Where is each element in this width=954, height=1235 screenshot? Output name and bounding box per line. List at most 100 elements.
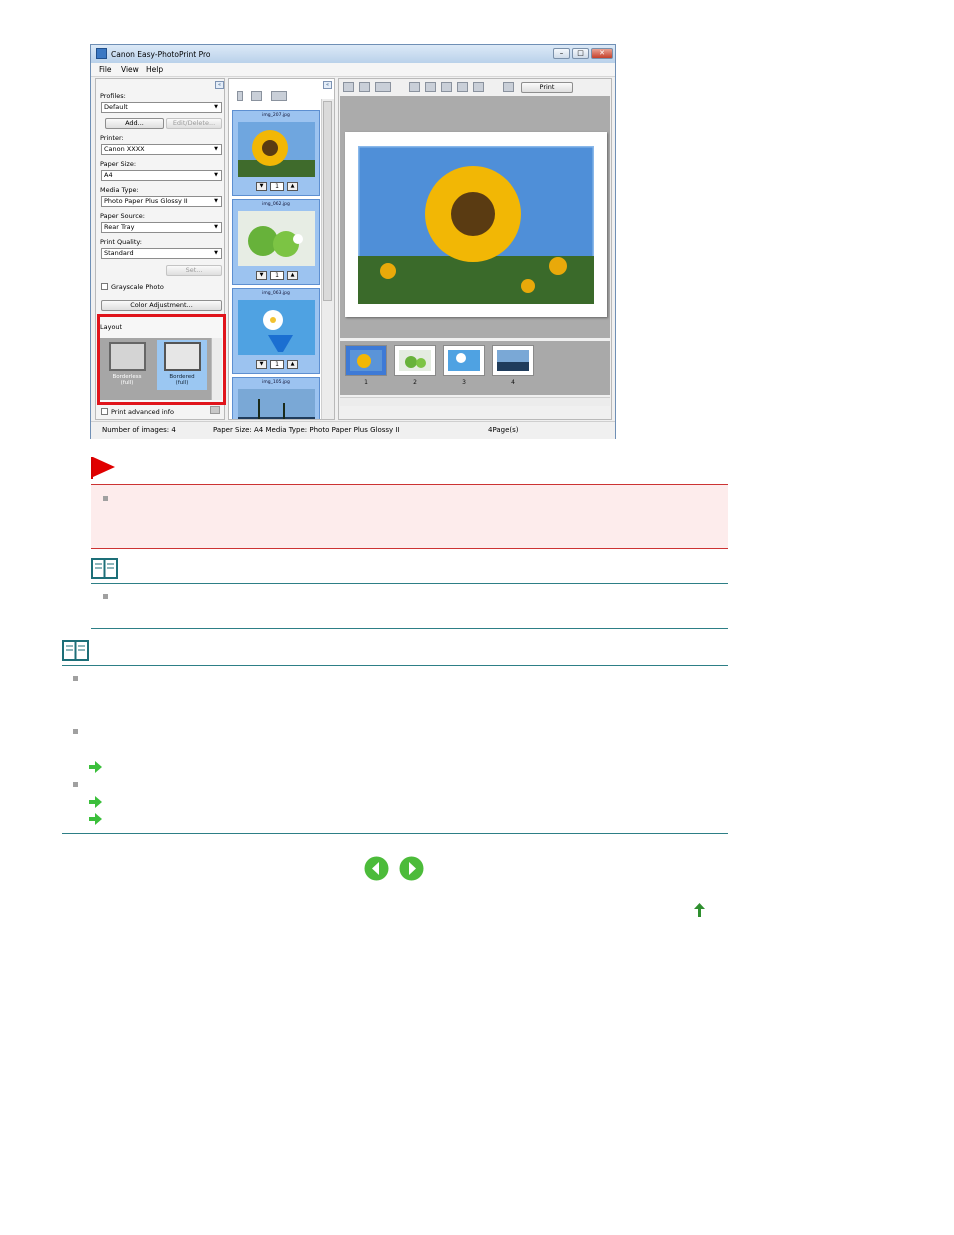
window-title: Canon Easy-PhotoPrint Pro — [111, 50, 211, 59]
page-thumb-2[interactable] — [394, 345, 436, 376]
chevron-down-icon: ▼ — [214, 250, 218, 256]
printer-select[interactable]: Canon XXXX ▼ — [101, 144, 222, 155]
increase-icon[interactable]: ▲ — [287, 271, 298, 280]
chevron-down-icon: ▼ — [214, 172, 218, 178]
collapse-left-icon[interactable]: « — [215, 81, 224, 89]
photo-filename: img_105.jpg — [262, 380, 290, 385]
bullet-icon — [73, 782, 78, 787]
flower-glass-thumbnail — [238, 300, 315, 355]
print-count[interactable]: 1 — [270, 271, 284, 280]
remove-icon[interactable] — [251, 91, 262, 101]
nav-forward-icon[interactable] — [399, 856, 424, 881]
layout-list: Borderless (full) Bordered (full) — [100, 338, 213, 400]
bullet-icon — [103, 594, 108, 599]
date-icon[interactable] — [457, 82, 468, 92]
minimize-icon[interactable]: – — [553, 48, 570, 59]
view-mode-icon[interactable] — [271, 91, 287, 101]
rotate-left-icon[interactable] — [409, 82, 420, 92]
page-thumb-3[interactable] — [443, 345, 485, 376]
media-type-label: Media Type: — [100, 186, 139, 194]
preview-panel: Print 1 2 3 4 — [338, 78, 612, 420]
print-count[interactable]: 1 — [270, 360, 284, 369]
list-item[interactable]: img_063.jpg ▼ 1 ▲ — [232, 288, 320, 374]
increase-icon[interactable]: ▲ — [287, 360, 298, 369]
photo-filename: img_062.jpg — [262, 202, 290, 207]
bullet-icon — [73, 729, 78, 734]
menu-view[interactable]: View — [121, 65, 139, 74]
text-icon[interactable] — [473, 82, 484, 92]
photo-list-panel: « img_207.jpg ▼ 1 ▲ img_062.jpg ▼ 1 ▲ img_06… — [228, 78, 335, 420]
page-number: 4 — [511, 379, 515, 386]
color-adjustment-button[interactable]: Color Adjustment... — [101, 300, 222, 311]
page-number: 3 — [462, 379, 466, 386]
green-arrow-icon[interactable] — [89, 813, 102, 825]
palm-beach-thumbnail — [238, 389, 315, 419]
page-top-icon[interactable] — [694, 903, 705, 917]
chevron-down-icon: ▼ — [214, 146, 218, 152]
page-thumb-1[interactable] — [345, 345, 387, 376]
set-button[interactable]: Set... — [166, 265, 222, 276]
chevron-down-icon: ▼ — [214, 198, 218, 204]
apples-thumbnail — [238, 211, 315, 266]
maximize-icon[interactable]: □ — [572, 48, 589, 59]
status-bar: Number of images: 4 Paper Size: A4 Media… — [91, 421, 615, 439]
page-number: 2 — [413, 379, 417, 386]
important-flag-icon — [91, 457, 115, 479]
add-profile-button[interactable]: Add... — [105, 118, 164, 129]
green-arrow-icon[interactable] — [89, 796, 102, 808]
note-divider — [62, 665, 728, 666]
grayscale-checkbox[interactable] — [101, 283, 108, 290]
close-icon[interactable]: ✕ — [591, 48, 613, 59]
menu-bar: File View Help — [91, 63, 615, 77]
print-quality-select[interactable]: Standard ▼ — [101, 248, 222, 259]
important-box — [91, 484, 728, 549]
green-arrow-icon[interactable] — [89, 761, 102, 773]
note-divider — [91, 583, 728, 584]
layout-scrollbar[interactable] — [211, 338, 222, 400]
note-book-icon — [91, 558, 118, 579]
print-count[interactable]: 1 — [270, 182, 284, 191]
list-item[interactable]: img_105.jpg — [232, 377, 320, 419]
media-type-select[interactable]: Photo Paper Plus Glossy II ▼ — [101, 196, 222, 207]
sunflower-preview-image[interactable] — [358, 146, 594, 304]
decrease-icon[interactable]: ▼ — [256, 360, 267, 369]
menu-file[interactable]: File — [99, 65, 112, 74]
printer-label: Printer: — [100, 134, 124, 142]
increase-icon[interactable]: ▲ — [287, 182, 298, 191]
paper-size-select[interactable]: A4 ▼ — [101, 170, 222, 181]
status-pages: 4Page(s) — [488, 426, 519, 434]
sunflower-thumbnail — [238, 122, 315, 177]
profiles-select[interactable]: Default ▼ — [101, 102, 222, 113]
zoom-icon[interactable] — [343, 82, 354, 92]
strip-scrollbar[interactable] — [340, 397, 610, 406]
scroll-thumb[interactable] — [323, 101, 332, 301]
decrease-icon[interactable]: ▼ — [256, 271, 267, 280]
photo-list-scrollbar[interactable] — [321, 99, 334, 419]
page-thumb-4[interactable] — [492, 345, 534, 376]
collapse-middle-icon[interactable]: « — [323, 81, 332, 89]
list-icon[interactable] — [237, 91, 243, 101]
edit-delete-button[interactable]: Edit/Delete... — [166, 118, 222, 129]
decrease-icon[interactable]: ▼ — [256, 182, 267, 191]
layout-icon[interactable] — [375, 82, 391, 92]
page-preview — [345, 132, 607, 317]
print-advanced-checkbox[interactable] — [101, 408, 108, 415]
page-preview-area — [340, 96, 610, 338]
page-thumbnail-strip: 1 2 3 4 — [340, 341, 610, 395]
status-images: Number of images: 4 — [102, 426, 176, 434]
list-item[interactable]: img_062.jpg ▼ 1 ▲ — [232, 199, 320, 285]
print-button[interactable]: Print — [521, 82, 573, 93]
rotate-right-icon[interactable] — [425, 82, 436, 92]
layout-highlight: Layout Borderless (full) Bordered (full) — [97, 314, 226, 405]
paper-source-select[interactable]: Rear Tray ▼ — [101, 222, 222, 233]
crop-icon[interactable] — [441, 82, 452, 92]
printer-settings-icon[interactable] — [503, 82, 514, 92]
advanced-info-icon[interactable] — [210, 406, 220, 414]
layout-bordered[interactable]: Bordered (full) — [157, 340, 207, 390]
layout-borderless[interactable]: Borderless (full) — [102, 340, 152, 390]
fit-icon[interactable] — [359, 82, 370, 92]
list-item[interactable]: img_207.jpg ▼ 1 ▲ — [232, 110, 320, 196]
page-number: 1 — [364, 379, 368, 386]
nav-back-icon[interactable] — [364, 856, 389, 881]
menu-help[interactable]: Help — [146, 65, 163, 74]
